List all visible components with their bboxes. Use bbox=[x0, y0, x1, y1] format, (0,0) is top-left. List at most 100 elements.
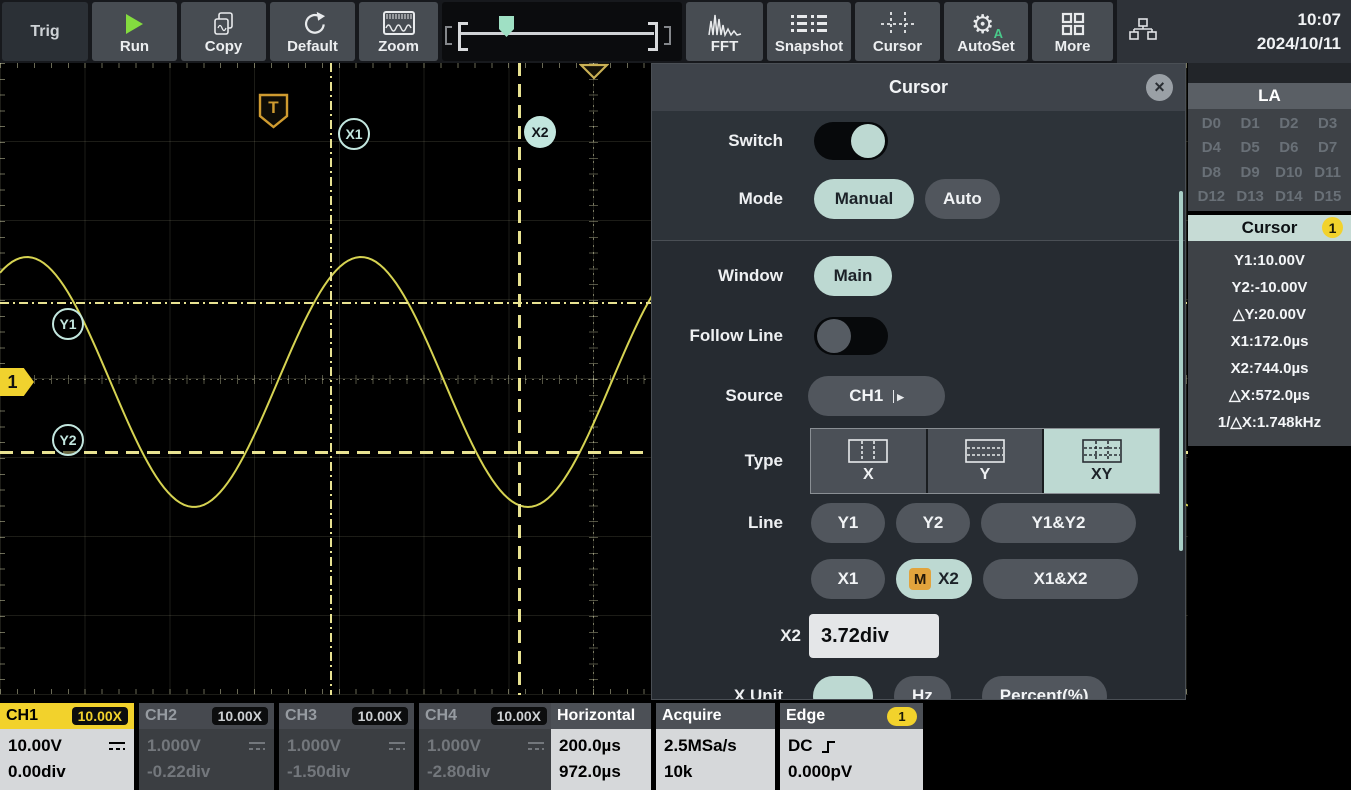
zoom-icon bbox=[383, 9, 415, 39]
x2-value-input[interactable]: 3.72div bbox=[809, 614, 939, 658]
copy-label: Copy bbox=[205, 39, 243, 55]
window-main-button[interactable]: Main bbox=[814, 256, 892, 296]
channel3-cell[interactable]: CH3 10.00X 1.000V -1.50div bbox=[279, 703, 414, 790]
trigger-cell[interactable]: Edge 1 DC 0.000pV bbox=[780, 703, 923, 790]
cursor-panel-header[interactable]: Cursor 1 bbox=[1188, 215, 1351, 241]
acquire-cell[interactable]: Acquire 2.5MSa/s 10k bbox=[656, 703, 775, 790]
digital-channel-label: D11 bbox=[1314, 164, 1341, 181]
digital-channel-label: D14 bbox=[1275, 188, 1303, 205]
cursor-dialog-title: Cursor bbox=[652, 64, 1185, 111]
fft-button[interactable]: FFT bbox=[686, 2, 763, 61]
channel1-cell[interactable]: CH1 10.00X 10.00V 0.00div bbox=[0, 703, 134, 790]
channel4-offset: -2.80div bbox=[427, 760, 490, 784]
zoom-button[interactable]: Zoom bbox=[359, 2, 438, 61]
dropdown-arrow-icon: ▸ bbox=[893, 390, 904, 403]
cursor-x1-line[interactable] bbox=[330, 63, 332, 695]
xunit-hz-button[interactable]: Hz bbox=[894, 676, 951, 700]
digital-channel-label: D7 bbox=[1318, 139, 1337, 156]
line-x2-button[interactable]: M X2 bbox=[896, 559, 972, 599]
default-button[interactable]: Default bbox=[270, 2, 355, 61]
line-y1-button[interactable]: Y1 bbox=[811, 503, 885, 543]
channel4-attenuation-badge: 10.00X bbox=[491, 707, 547, 725]
cursor-readout-value: △Y:20.00V bbox=[1188, 301, 1351, 328]
cursor-x2-handle[interactable]: X2 bbox=[524, 116, 556, 148]
channel1-name: CH1 bbox=[6, 707, 38, 725]
cursor-y1-handle[interactable]: Y1 bbox=[52, 308, 84, 340]
slider-outer-bracket-right bbox=[664, 26, 671, 45]
slider-bracket-left bbox=[458, 22, 468, 51]
la-panel-header[interactable]: LA bbox=[1188, 83, 1351, 109]
cursor-readout-value: 1/△X:1.748kHz bbox=[1188, 409, 1351, 436]
fft-icon bbox=[708, 9, 742, 39]
copy-button[interactable]: Copy bbox=[181, 2, 266, 61]
right-sidebar: LA D0D1D2D3D4D5D6D7D8D9D10D11D12D13D14D1… bbox=[1188, 63, 1351, 446]
cursor-y2-handle[interactable]: Y2 bbox=[52, 424, 84, 456]
source-select[interactable]: CH1 ▸ bbox=[808, 376, 945, 416]
channel3-name: CH3 bbox=[285, 707, 317, 725]
mode-auto-button[interactable]: Auto bbox=[925, 179, 1000, 219]
type-label: Type bbox=[652, 451, 799, 471]
network-icon[interactable] bbox=[1129, 18, 1157, 45]
status-area: 10:07 2024/10/11 bbox=[1117, 0, 1351, 63]
dialog-scrollbar[interactable] bbox=[1179, 191, 1183, 551]
cursor-x2-line[interactable] bbox=[518, 63, 521, 695]
cursor-readouts: Y1:10.00VY2:-10.00V△Y:20.00VX1:172.0µsX2… bbox=[1188, 241, 1351, 446]
run-button[interactable]: Run bbox=[92, 2, 177, 61]
m-badge: M bbox=[909, 568, 931, 590]
cursor-switch-toggle[interactable] bbox=[814, 122, 888, 160]
channel1-attenuation-badge: 10.00X bbox=[72, 707, 128, 725]
type-xy-button[interactable]: XY bbox=[1044, 429, 1159, 493]
dc-coupling-icon bbox=[108, 740, 126, 752]
horizontal-title: Horizontal bbox=[557, 707, 635, 725]
autoset-button[interactable]: ⚙A AutoSet bbox=[944, 2, 1028, 61]
xunit-percent-button[interactable]: Percent(%) bbox=[982, 676, 1107, 700]
channel4-scale: 1.000V bbox=[427, 734, 481, 758]
digital-channel-grid: D0D1D2D3D4D5D6D7D8D9D10D11D12D13D14D15 bbox=[1188, 109, 1351, 211]
slider-track bbox=[461, 32, 654, 35]
horizontal-timebase: 200.0µs bbox=[559, 734, 621, 758]
rising-edge-icon bbox=[821, 738, 837, 755]
zoom-label: Zoom bbox=[378, 39, 419, 55]
line-y2-button[interactable]: Y2 bbox=[896, 503, 970, 543]
follow-line-toggle[interactable] bbox=[814, 317, 888, 355]
cursor-dialog: Cursor × Switch Mode Manual Auto Window … bbox=[651, 63, 1186, 700]
more-button[interactable]: More bbox=[1032, 2, 1113, 61]
type-x-label: X bbox=[863, 466, 874, 484]
oscilloscope-screen: Trig Run Copy Default bbox=[0, 0, 1351, 790]
xunit-label: X Unit bbox=[652, 686, 799, 700]
line-y1y2-button[interactable]: Y1&Y2 bbox=[981, 503, 1136, 543]
channel3-offset: -1.50div bbox=[287, 760, 350, 784]
xunit-s-button[interactable] bbox=[813, 676, 873, 700]
close-icon[interactable]: × bbox=[1146, 74, 1173, 101]
snapshot-button[interactable]: Snapshot bbox=[767, 2, 851, 61]
type-y-icon bbox=[963, 438, 1007, 464]
clock-time: 10:07 bbox=[1257, 8, 1341, 32]
clock: 10:07 2024/10/11 bbox=[1257, 8, 1341, 56]
channel2-scale: 1.000V bbox=[147, 734, 201, 758]
type-x-button[interactable]: X bbox=[811, 429, 926, 493]
cursor-readout-value: Y2:-10.00V bbox=[1188, 274, 1351, 301]
horizontal-cell[interactable]: Horizontal 200.0µs 972.0µs bbox=[551, 703, 651, 790]
type-y-button[interactable]: Y bbox=[928, 429, 1043, 493]
cursor-count-badge: 1 bbox=[1322, 217, 1343, 238]
line-x1x2-button[interactable]: X1&X2 bbox=[983, 559, 1138, 599]
digital-channel-label: D1 bbox=[1241, 115, 1260, 132]
acquire-memory-depth: 10k bbox=[664, 760, 692, 784]
cursor-button[interactable]: Cursor bbox=[855, 2, 940, 61]
cursor-readout-value: △X:572.0µs bbox=[1188, 382, 1351, 409]
channel4-cell[interactable]: CH4 10.00X 1.000V -2.80div bbox=[419, 703, 553, 790]
line-x1-button[interactable]: X1 bbox=[811, 559, 885, 599]
cursor-x1-handle[interactable]: X1 bbox=[338, 118, 370, 150]
mode-manual-button[interactable]: Manual bbox=[814, 179, 914, 219]
trigger-time-flag[interactable]: T bbox=[258, 93, 290, 129]
slider-bracket-right bbox=[648, 22, 658, 51]
trigger-level: 0.000pV bbox=[788, 760, 852, 784]
digital-channel-label: D4 bbox=[1202, 139, 1221, 156]
channel2-cell[interactable]: CH2 10.00X 1.000V -0.22div bbox=[139, 703, 274, 790]
trigger-position-marker[interactable] bbox=[579, 63, 609, 80]
trig-button[interactable]: Trig bbox=[2, 2, 88, 61]
digital-channel-label: D10 bbox=[1275, 164, 1303, 181]
cursor-x2-label: X2 bbox=[531, 124, 548, 140]
channel2-attenuation-badge: 10.00X bbox=[212, 707, 268, 725]
cursor-icon bbox=[880, 9, 916, 39]
